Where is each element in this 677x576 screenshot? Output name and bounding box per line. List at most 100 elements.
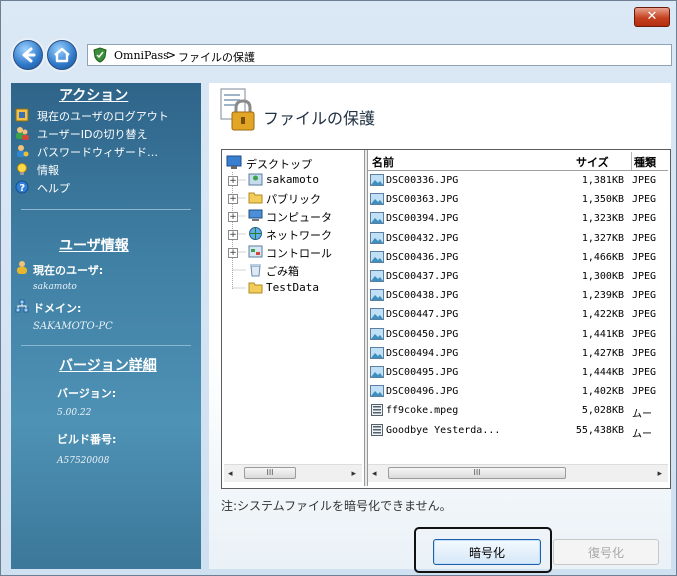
file-size: 1,422KB — [581, 309, 624, 321]
scroll-right-arrow[interactable]: ▸ — [351, 469, 356, 479]
file-row[interactable]: ff9coke.mpeg 5,028KB ムー — [368, 401, 668, 420]
file-type: JPEG — [632, 328, 657, 340]
file-row[interactable]: DSC00336.JPG 1,381KB JPEG — [368, 171, 668, 190]
file-row[interactable]: DSC00438.JPG 1,239KB JPEG — [368, 286, 668, 305]
sidebar: アクション 現在のユーザのログアウト ユーザーIDの切り替え パスワードウィザー… — [11, 83, 201, 569]
file-row[interactable]: DSC00450.JPG 1,441KB JPEG — [368, 325, 668, 344]
scroll-left-arrow[interactable]: ◂ — [372, 469, 377, 479]
tree-horizontal-scrollbar[interactable]: ◂ III ▸ — [224, 464, 362, 482]
tree-item-label: TestData — [266, 281, 319, 294]
network-icon — [249, 227, 262, 240]
sidebar-item-label: ヘルプ — [37, 182, 70, 195]
image-file-icon — [370, 231, 384, 244]
image-file-icon — [370, 212, 384, 225]
tree-item-label: デスクトップ — [246, 158, 312, 171]
decrypt-button[interactable]: 復号化 — [553, 539, 659, 565]
tree-item-label: ネットワーク — [266, 229, 332, 242]
encrypt-highlight-box — [414, 527, 552, 573]
current-user-icon — [17, 261, 27, 274]
folder-tree[interactable]: デスクトップ + sakamoto + パブリック + コンピュータ + ネット… — [224, 152, 362, 463]
file-size: 1,350KB — [581, 194, 624, 206]
sidebar-item-label: 現在のユーザのログアウト — [37, 110, 169, 123]
scroll-right-arrow[interactable]: ▸ — [657, 469, 662, 479]
file-name: DSC00494.JPG — [386, 347, 459, 359]
sidebar-item-logout[interactable]: 現在のユーザのログアウト — [15, 107, 199, 123]
image-file-icon — [370, 193, 384, 206]
column-header-size[interactable]: サイズ — [576, 154, 609, 170]
image-file-icon — [370, 346, 384, 359]
file-type: JPEG — [632, 251, 657, 263]
scroll-thumb[interactable]: III — [388, 467, 566, 479]
image-file-icon — [370, 289, 384, 302]
expand-toggle[interactable]: + — [228, 194, 238, 204]
file-name: DSC00394.JPG — [386, 213, 459, 225]
address-bar[interactable]: OmniPass > ファイルの保護 — [87, 44, 672, 66]
file-row[interactable]: Goodbye Yesterda... 55,438KB ムー — [368, 421, 668, 440]
file-explorer: デスクトップ + sakamoto + パブリック + コンピュータ + ネット… — [221, 149, 671, 489]
breadcrumb-separator: > — [166, 48, 177, 62]
close-button[interactable]: ✕ — [634, 7, 670, 27]
file-list[interactable]: 名前 サイズ 種類 DSC00336.JPG 1,381KB JPEG DSC0036… — [368, 152, 668, 463]
file-name: DSC00363.JPG — [386, 194, 459, 206]
file-row[interactable]: DSC00436.JPG 1,466KB JPEG — [368, 248, 668, 267]
recycle-bin-icon — [250, 264, 261, 277]
password-wizard-icon — [17, 145, 29, 157]
scroll-thumb[interactable]: III — [244, 467, 296, 479]
navigation-bar: OmniPass > ファイルの保護 — [1, 39, 676, 75]
domain-label: ドメイン: — [33, 302, 82, 315]
file-size: 55,438KB — [575, 424, 624, 436]
expand-toggle[interactable]: + — [228, 230, 238, 240]
page-title: ファイルの保護 — [263, 109, 376, 128]
tree-item-label: コンピュータ — [266, 211, 332, 224]
file-row[interactable]: DSC00363.JPG 1,350KB JPEG — [368, 190, 668, 209]
image-file-icon — [370, 385, 384, 398]
folder-icon — [248, 192, 263, 204]
file-size: 1,300KB — [581, 271, 624, 282]
file-type: JPEG — [632, 194, 657, 206]
sidebar-item-switch-user[interactable]: ユーザーIDの切り替え — [15, 125, 199, 141]
sidebar-item-label: パスワードウィザード… — [37, 146, 158, 159]
file-type: JPEG — [632, 367, 657, 378]
column-divider[interactable] — [631, 152, 632, 170]
user-info-header: ユーザ情報 — [59, 238, 129, 254]
file-row[interactable]: DSC00494.JPG 1,427KB JPEG — [368, 344, 668, 363]
file-row[interactable]: DSC00432.JPG 1,327KB JPEG — [368, 229, 668, 248]
file-row[interactable]: DSC00437.JPG 1,300KB JPEG — [368, 267, 668, 286]
breadcrumb-app[interactable]: OmniPass — [114, 49, 169, 62]
control-panel-icon — [248, 245, 263, 258]
expand-toggle[interactable]: + — [228, 176, 238, 186]
home-button[interactable] — [47, 40, 77, 70]
file-type: JPEG — [632, 290, 657, 302]
sidebar-item-help[interactable]: ? ヘルプ — [15, 179, 199, 195]
current-user-value: sakamoto — [33, 282, 77, 292]
sidebar-item-label: ユーザーIDの切り替え — [37, 128, 148, 141]
folder-icon — [248, 282, 263, 294]
image-file-icon — [370, 250, 384, 263]
file-row[interactable]: DSC00496.JPG 1,402KB JPEG — [368, 382, 668, 401]
file-size: 1,444KB — [581, 367, 624, 378]
file-row[interactable]: DSC00394.JPG 1,323KB JPEG — [368, 209, 668, 228]
file-type: ムー — [632, 409, 652, 421]
logout-user-icon — [15, 108, 29, 122]
breadcrumb-page[interactable]: ファイルの保護 — [178, 49, 255, 65]
expand-toggle[interactable]: + — [228, 248, 238, 258]
omnipass-window: ✕ OmniPass > ファイルの保護 アクション 現在のユーザのログアウト … — [0, 0, 677, 576]
scroll-left-arrow[interactable]: ◂ — [228, 469, 233, 479]
column-header-type[interactable]: 種類 — [634, 154, 656, 170]
omnipass-shield-icon — [93, 47, 107, 63]
sidebar-item-password-wizard[interactable]: パスワードウィザード… — [15, 143, 199, 159]
file-name: DSC00436.JPG — [386, 251, 459, 263]
build-value: A57520008 — [57, 456, 110, 466]
column-header-name[interactable]: 名前 — [372, 154, 394, 170]
file-name: DSC00447.JPG — [386, 309, 459, 321]
file-list-header: 名前 サイズ 種類 — [368, 152, 668, 171]
sidebar-item-info[interactable]: 情報 — [15, 161, 199, 177]
back-button[interactable] — [13, 40, 43, 70]
file-row[interactable]: DSC00447.JPG 1,422KB JPEG — [368, 305, 668, 324]
file-size: 1,427KB — [581, 347, 624, 359]
file-list-horizontal-scrollbar[interactable]: ◂ III ▸ — [368, 464, 668, 482]
file-row[interactable]: DSC00495.JPG 1,444KB JPEG — [368, 363, 668, 382]
expand-toggle[interactable]: + — [228, 212, 238, 222]
file-size: 1,466KB — [581, 251, 624, 263]
file-name: DSC00495.JPG — [386, 367, 459, 378]
